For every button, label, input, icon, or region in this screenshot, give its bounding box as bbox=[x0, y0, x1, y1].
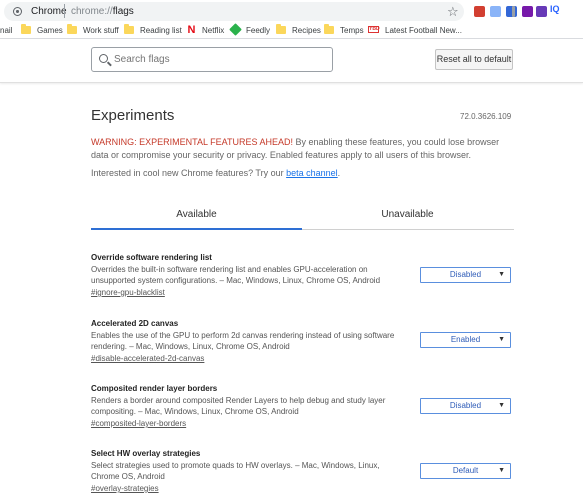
beta-channel-note: Interested in cool new Chrome features? … bbox=[91, 168, 340, 178]
purple-extension-icon[interactable] bbox=[536, 6, 547, 17]
bookmark-label: Games bbox=[37, 26, 63, 35]
experiment-state-value: Default bbox=[452, 466, 479, 475]
bookmark-label: Reading list bbox=[140, 26, 182, 35]
beta-note-end: . bbox=[337, 168, 341, 178]
site-label: Chrome bbox=[31, 6, 67, 17]
omnibox-divider bbox=[64, 4, 65, 18]
version-label: 72.0.3626.109 bbox=[460, 112, 512, 121]
bookmark-work-stuff[interactable]: Work stuff bbox=[67, 23, 119, 37]
folder-icon bbox=[124, 23, 134, 34]
folder-icon bbox=[67, 23, 77, 34]
bookmark-reading-list[interactable]: Reading list bbox=[124, 23, 182, 37]
experiment-state-select[interactable]: Enabled ▼ bbox=[420, 332, 511, 348]
experiment-title: Override software rendering list bbox=[91, 253, 212, 262]
bookmark-temps[interactable]: Temps bbox=[324, 23, 364, 37]
bookmark-label: nail bbox=[0, 26, 13, 35]
bookmark-latest-football-news[interactable]: YBD Latest Football New... bbox=[368, 24, 462, 37]
tab-unavailable[interactable]: Unavailable bbox=[302, 200, 513, 230]
experiment-state-value: Disabled bbox=[449, 270, 482, 279]
gray-extension-icon[interactable] bbox=[512, 6, 515, 17]
feedly-icon bbox=[229, 23, 242, 37]
bookmark-star-icon[interactable]: ☆ bbox=[447, 2, 459, 21]
reset-all-button[interactable]: Reset all to default bbox=[435, 49, 513, 70]
warning-message: WARNING: EXPERIMENTAL FEATURES AHEAD! By… bbox=[91, 136, 511, 162]
dropdown-arrow-icon: ▼ bbox=[498, 467, 505, 474]
news-site-icon: YBD bbox=[368, 26, 380, 34]
iq-extension-icon[interactable]: IQ bbox=[550, 4, 560, 14]
experiment-title: Select HW overlay strategies bbox=[91, 449, 201, 458]
bookmark-games[interactable]: Games bbox=[21, 23, 63, 37]
folder-icon bbox=[276, 23, 286, 34]
experiment-item: Select HW overlay strategies Select stra… bbox=[91, 448, 514, 494]
bookmark-feedly[interactable]: Feedly bbox=[229, 23, 271, 37]
experiment-state-value: Enabled bbox=[450, 335, 481, 344]
url-text[interactable]: chrome://flags bbox=[71, 6, 134, 17]
experiment-permalink[interactable]: #composited-layer-borders bbox=[91, 418, 514, 429]
page-title: Experiments bbox=[91, 107, 175, 124]
flags-header: Reset all to default bbox=[0, 39, 583, 83]
bookmarks-bar: nail Games Work stuff Reading list N Netf… bbox=[0, 22, 583, 39]
tab-strip: Available Unavailable bbox=[91, 200, 514, 230]
bookmark-netflix[interactable]: N Netflix bbox=[187, 24, 225, 37]
experiment-state-select[interactable]: Disabled ▼ bbox=[420, 267, 511, 283]
bookmark-recipes[interactable]: Recipes bbox=[276, 23, 321, 37]
folder-icon bbox=[324, 23, 334, 34]
search-input[interactable] bbox=[114, 51, 324, 68]
experiment-state-select[interactable]: Disabled ▼ bbox=[420, 398, 511, 414]
experiment-permalink[interactable]: #overlay-strategies bbox=[91, 483, 514, 494]
bookmark-label: Feedly bbox=[246, 26, 271, 35]
experiment-description: Renders a border around composited Rende… bbox=[91, 396, 386, 416]
bookmark-nail[interactable]: nail bbox=[0, 24, 12, 37]
experiment-state-select[interactable]: Default ▼ bbox=[420, 463, 511, 479]
tab-available[interactable]: Available bbox=[91, 200, 302, 230]
experiment-item: Composited render layer borders Renders … bbox=[91, 383, 514, 429]
experiment-permalink[interactable]: #disable-accelerated-2d-canvas bbox=[91, 353, 514, 364]
search-icon bbox=[99, 54, 108, 63]
experiment-description: Enables the use of the GPU to perform 2d… bbox=[91, 331, 395, 351]
url-path: flags bbox=[112, 6, 134, 17]
experiment-title: Accelerated 2D canvas bbox=[91, 319, 179, 328]
url-scheme: chrome:// bbox=[71, 6, 113, 17]
experiment-description: Select strategies used to promote quads … bbox=[91, 461, 380, 481]
bookmark-label: Latest Football New... bbox=[385, 26, 462, 35]
search-box[interactable] bbox=[91, 47, 333, 72]
dropdown-arrow-icon: ▼ bbox=[498, 336, 505, 343]
omnibox[interactable]: Chrome chrome://flags ☆ bbox=[4, 2, 464, 21]
beta-channel-link[interactable]: beta channel bbox=[286, 168, 338, 178]
onenote-extension-icon[interactable] bbox=[522, 6, 533, 17]
lightblue-extension-icon[interactable] bbox=[490, 6, 501, 17]
bookmark-label: Recipes bbox=[292, 26, 321, 35]
folder-icon bbox=[21, 23, 31, 34]
dropdown-arrow-icon: ▼ bbox=[498, 402, 505, 409]
bookmark-label: Work stuff bbox=[83, 26, 119, 35]
experiment-state-value: Disabled bbox=[449, 401, 482, 410]
site-info-icon[interactable] bbox=[13, 7, 22, 16]
experiment-item: Accelerated 2D canvas Enables the use of… bbox=[91, 318, 514, 364]
beta-note-text: Interested in cool new Chrome features? … bbox=[91, 168, 287, 178]
experiment-permalink[interactable]: #ignore-gpu-blacklist bbox=[91, 287, 514, 298]
bookmark-label: Temps bbox=[340, 26, 364, 35]
warning-heading: WARNING: EXPERIMENTAL FEATURES AHEAD! bbox=[91, 137, 294, 147]
browser-toolbar: Chrome chrome://flags ☆ IQ bbox=[0, 0, 583, 22]
red-extension-icon[interactable] bbox=[474, 6, 485, 17]
dropdown-arrow-icon: ▼ bbox=[498, 271, 505, 278]
netflix-icon: N bbox=[187, 24, 196, 37]
experiment-title: Composited render layer borders bbox=[91, 384, 218, 393]
bookmark-label: Netflix bbox=[202, 26, 225, 35]
experiment-description: Overrides the built-in software renderin… bbox=[91, 265, 381, 285]
experiment-item: Override software rendering list Overrid… bbox=[91, 252, 514, 298]
